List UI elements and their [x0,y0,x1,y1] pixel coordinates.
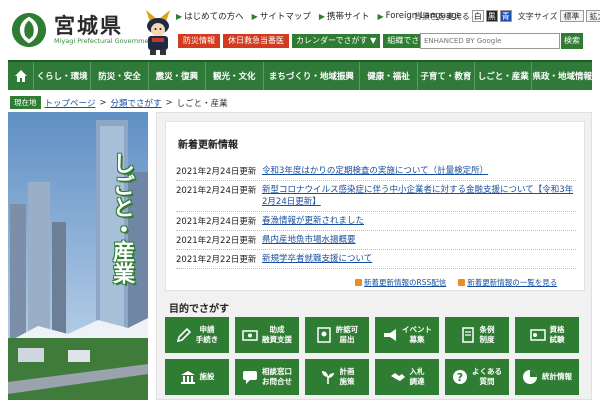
nav-item-living[interactable]: くらし・環境 [34,62,92,90]
news-item: 2021年2月22日更新 新規学卒者就職支援について [176,250,576,269]
tile-subsidy[interactable]: 助成 融資支援 [235,317,299,353]
question-icon: ? [453,370,467,384]
quick-buttons: 防災情報 休日救急当番医 カレンダーでさがす ▼ 組織でさがす ▼ [178,34,448,48]
tile-faq[interactable]: ? よくある 質問 [445,359,509,395]
plant-icon [321,371,334,384]
nav-home[interactable] [8,62,34,90]
news-date: 2021年2月22日更新 [176,236,257,246]
nav-item-tourism[interactable]: 観光・文化 [206,62,264,90]
home-icon [14,70,27,82]
nav-item-community[interactable]: まちづくり・地域振興 [264,62,361,90]
breadcrumb-separator: > [165,97,173,108]
news-date: 2021年2月22日更新 [176,255,257,265]
building-icon [180,371,195,384]
id-card-icon [529,329,546,341]
news-list-link[interactable]: 新着更新情報の一覧を見る [458,277,557,288]
arrow-icon: ▶ [251,11,258,21]
news-list: 2021年2月24日更新 令和3年度はかりの定期検査の実施について（計量検定所）… [176,162,576,269]
link-first-visit[interactable]: ▶ はじめての方へ [176,10,244,23]
calendar-search-button[interactable]: カレンダーでさがす ▼ [292,34,381,48]
bg-blue-button[interactable]: 青 [499,10,512,22]
main-nav: くらし・環境 防災・安全 震災・復興 観光・文化 まちづくり・地域振興 健康・福… [8,60,592,90]
purpose-grid: 申請 手続き 助成 融資支援 許認可 届出 イベント 募集 条例 制度 資格 試… [165,317,585,395]
tile-plans[interactable]: 計画 施策 [305,359,369,395]
svg-text:?: ? [457,371,463,384]
nav-item-education[interactable]: 子育て・教育 [418,62,476,90]
book-icon [461,327,474,343]
triangle-down-icon: ▼ [370,36,377,45]
breadcrumb: 現在地 トップページ > 分類でさがす > しごと・産業 [10,96,228,109]
pen-icon [176,327,191,343]
tile-ordinances[interactable]: 条例 制度 [445,317,509,353]
tile-events[interactable]: イベント 募集 [375,317,439,353]
news-link[interactable]: 令和3年度はかりの定期検査の実施について（計量検定所） [262,165,576,177]
tile-qualifications[interactable]: 資格 試験 [515,317,579,353]
tile-facilities[interactable]: 施設 [165,359,229,395]
rss-icon [458,279,466,286]
news-date: 2021年2月24日更新 [176,167,257,177]
font-standard-button[interactable]: 標準 [559,10,584,22]
pie-chart-icon [523,370,537,384]
nav-item-recovery[interactable]: 震災・復興 [149,62,207,90]
handshake-icon [390,373,405,381]
category-hero-image: しごと・産業 [8,112,148,400]
prefecture-emblem-icon [11,12,47,48]
news-item: 2021年2月24日更新 新型コロナウイルス感染症に伴う中小企業者に対する金融支… [176,181,576,212]
breadcrumb-category[interactable]: 分類でさがす [110,97,161,109]
news-link[interactable]: 新規学卒者就職支援について [262,253,576,265]
rss-link[interactable]: 新着更新情報のRSS配信 [355,277,446,288]
breadcrumb-tag: 現在地 [10,96,41,109]
search-input[interactable] [420,33,560,49]
news-link[interactable]: 新型コロナウイルス感染症に伴う中小企業者に対する金融支援について【令和3年2月2… [262,184,576,208]
purpose-heading: 目的でさがす [169,304,229,315]
link-mobile[interactable]: ▶ 携帯サイト [318,10,370,23]
tile-permits[interactable]: 許認可 届出 [305,317,369,353]
color-label: 背景色を変える [414,11,470,21]
disaster-info-button[interactable]: 防災情報 [178,34,220,48]
nav-item-work[interactable]: しごと・産業 [475,62,533,90]
money-icon [242,330,258,341]
news-date: 2021年2月24日更新 [176,217,257,227]
news-links: 新着更新情報のRSS配信 新着更新情報の一覧を見る [355,277,557,288]
bg-black-button[interactable]: 黒 [485,10,498,22]
holiday-doctor-button[interactable]: 休日救急当番医 [223,34,289,48]
arrow-icon: ▶ [318,11,325,21]
font-large-button[interactable]: 拡大 [585,10,600,22]
breadcrumb-current: しごと・産業 [176,98,228,109]
news-heading: 新着更新情報 [178,140,238,151]
chat-icon [243,371,257,384]
site-logo[interactable]: 宮城県 Miyagi Prefectural Government [10,10,160,50]
tile-consultation[interactable]: 相談窓口 お問合せ [235,359,299,395]
news-date: 2021年2月24日更新 [176,186,257,196]
breadcrumb-separator: > [99,97,107,108]
bg-white-button[interactable]: 白 [471,10,484,22]
tile-bidding[interactable]: 入札 調達 [375,359,439,395]
search-button[interactable]: 検索 [561,33,583,49]
nav-item-government[interactable]: 県政・地域情報 [532,62,592,90]
news-link[interactable]: 春漁情報が更新されました [262,215,576,227]
news-panel: 新着更新情報 2021年2月24日更新 令和3年度はかりの定期検査の実施について… [165,121,585,291]
arrow-icon: ▶ [176,11,183,21]
font-size-label: 文字サイズ [517,11,558,21]
tile-application[interactable]: 申請 手続き [165,317,229,353]
news-item: 2021年2月24日更新 令和3年度はかりの定期検査の実施について（計量検定所） [176,162,576,181]
category-title: しごと・産業 [109,152,134,284]
nav-item-safety[interactable]: 防災・安全 [91,62,149,90]
main-content: 新着更新情報 2021年2月24日更新 令和3年度はかりの定期検査の実施について… [156,112,592,400]
breadcrumb-top[interactable]: トップページ [45,97,96,109]
rss-icon [355,279,362,286]
news-item: 2021年2月22日更新 県内産地魚市場水揚概要 [176,231,576,250]
news-item: 2021年2月24日更新 春漁情報が更新されました [176,212,576,231]
link-sitemap[interactable]: ▶ サイトマップ [251,10,311,23]
certificate-icon [317,327,331,343]
accessibility-controls: 背景色を変える 白 黒 青 文字サイズ 標準 拡大 [414,10,600,22]
tile-statistics[interactable]: 統計情報 [515,359,579,395]
mascot-icon [146,10,170,55]
arrow-icon: ▶ [377,11,384,21]
megaphone-icon [384,329,396,341]
news-link[interactable]: 県内産地魚市場水揚概要 [262,234,576,246]
nav-item-health[interactable]: 健康・福祉 [360,62,418,90]
